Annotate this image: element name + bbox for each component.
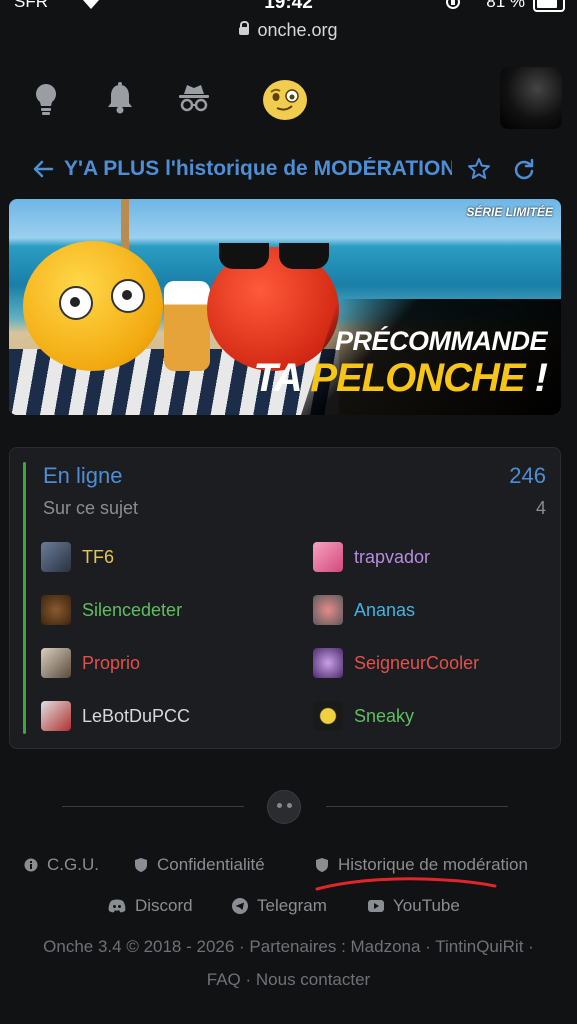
status-bar: SFR 19:42 81 %	[0, 0, 577, 18]
youtube-icon	[368, 900, 384, 912]
footer-divider	[326, 806, 508, 807]
online-user[interactable]: Proprio	[41, 647, 140, 679]
topic-title[interactable]: Y'A PLUS l'historique de MODÉRATION	[64, 157, 452, 181]
footer-copyright: Onche 3.4 © 2018 - 2026 · Partenaires : …	[0, 930, 577, 996]
online-user[interactable]: TF6	[41, 541, 114, 573]
promo-banner[interactable]: SÉRIE LIMITÉE PRÉCOMMANDE TA PELONCHE !	[9, 199, 561, 415]
address-bar[interactable]: onche.org	[0, 20, 577, 41]
bell-icon[interactable]	[106, 82, 134, 119]
shield-icon	[315, 857, 329, 873]
online-user[interactable]: LeBotDuPCC	[41, 700, 190, 732]
info-icon	[24, 858, 38, 872]
onche-smiley-icon[interactable]	[262, 79, 308, 126]
user-avatar	[313, 542, 343, 572]
plush-eye	[111, 279, 145, 313]
user-avatar	[41, 595, 71, 625]
telegram-icon	[232, 898, 248, 914]
incognito-icon[interactable]	[178, 82, 210, 119]
online-user[interactable]: Ananas	[313, 594, 415, 626]
online-total: 246	[509, 463, 546, 488]
shield-icon	[134, 857, 148, 873]
online-accent-bar	[23, 462, 26, 734]
rotation-lock-icon	[444, 0, 462, 15]
user-avatar[interactable]	[500, 67, 562, 129]
online-user[interactable]: Sneaky	[313, 700, 414, 732]
lightbulb-icon[interactable]	[34, 82, 58, 121]
user-name[interactable]: trapvador	[354, 547, 430, 568]
footer-link-privacy[interactable]: Confidentialité	[134, 855, 265, 875]
footer-link-moderation-history[interactable]: Historique de modération	[315, 855, 528, 875]
beer-mug	[164, 281, 210, 371]
user-name[interactable]: LeBotDuPCC	[82, 706, 190, 727]
user-name[interactable]: TF6	[82, 547, 114, 568]
user-name[interactable]: Silencedeter	[82, 600, 182, 621]
user-avatar	[41, 542, 71, 572]
user-avatar	[313, 701, 343, 731]
online-panel: En ligne 246 Sur ce sujet 4 TF6 trapvado…	[9, 447, 561, 749]
discord-icon	[108, 899, 126, 913]
lock-icon	[239, 21, 250, 35]
footer-link-cgu[interactable]: C.G.U.	[24, 855, 99, 875]
battery-percent: 81 %	[486, 0, 525, 11]
online-topic-count: 4	[535, 498, 546, 518]
user-name[interactable]: Proprio	[82, 653, 140, 674]
banner-subheadline: TA PELONCHE !	[253, 356, 548, 400]
url-text: onche.org	[257, 20, 338, 40]
sunglasses	[219, 243, 331, 269]
back-arrow-icon[interactable]	[32, 158, 54, 185]
user-name[interactable]: SeigneurCooler	[354, 653, 479, 674]
user-name[interactable]: Sneaky	[354, 706, 414, 727]
user-avatar	[313, 595, 343, 625]
banner-headline: PRÉCOMMANDE	[334, 326, 548, 356]
limited-series-badge: SÉRIE LIMITÉE	[466, 205, 553, 219]
footer-link-youtube[interactable]: YouTube	[368, 896, 460, 916]
onche-footer-logo-icon	[267, 790, 301, 824]
star-icon[interactable]	[467, 157, 491, 186]
red-underline-annotation	[315, 877, 497, 891]
user-name[interactable]: Ananas	[354, 600, 415, 621]
yellow-plush	[23, 241, 163, 371]
online-user[interactable]: trapvador	[313, 541, 430, 573]
online-user[interactable]: Silencedeter	[41, 594, 182, 626]
footer-link-telegram[interactable]: Telegram	[232, 896, 327, 916]
online-user[interactable]: SeigneurCooler	[313, 647, 479, 679]
user-avatar	[313, 648, 343, 678]
user-avatar	[41, 701, 71, 731]
copyright-line[interactable]: Onche 3.4 © 2018 - 2026 · Partenaires : …	[0, 930, 577, 963]
online-title: En ligne	[43, 463, 123, 488]
footer-links-line[interactable]: FAQ · Nous contacter	[0, 963, 577, 996]
battery-icon	[533, 0, 565, 12]
footer-divider	[62, 806, 244, 807]
top-nav	[0, 60, 577, 140]
online-subtitle: Sur ce sujet	[43, 498, 139, 518]
user-avatar	[41, 648, 71, 678]
refresh-icon[interactable]	[513, 158, 535, 185]
plush-eye	[59, 286, 93, 320]
footer-link-discord[interactable]: Discord	[108, 896, 193, 916]
